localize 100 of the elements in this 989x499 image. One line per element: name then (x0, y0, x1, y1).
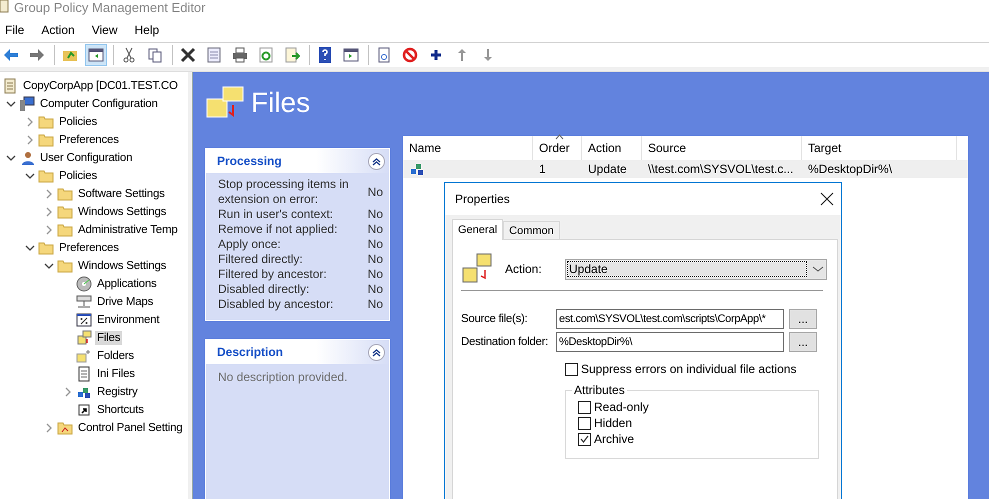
input-field[interactable]: %DesktopDir%\ (556, 332, 784, 352)
help-icon (317, 47, 333, 63)
tree-item[interactable]: CopyCorpApp [DC01.TEST.CO (21, 79, 180, 93)
panel-title: Processing (217, 154, 282, 168)
delete-x-icon (180, 47, 196, 63)
tree-item[interactable]: User Configuration (38, 151, 134, 165)
property-label: Remove if not applied: (218, 222, 338, 237)
property-label: Run in user's context: (218, 207, 334, 222)
tree-item[interactable]: Environment (95, 313, 162, 327)
menu-item[interactable]: Help (134, 23, 168, 37)
tab[interactable]: General (452, 219, 504, 240)
checkbox[interactable] (578, 416, 591, 430)
folder-icon (38, 132, 54, 148)
scissors-icon (121, 47, 137, 63)
network-drive-icon (76, 294, 92, 310)
tree-item[interactable]: Applications (95, 277, 159, 291)
field-label: Destination folder: (461, 336, 549, 348)
table-row[interactable]: 1 Update \\test.com\SYSVOL\test.c... %DesktopDir%\ (403, 160, 968, 178)
pane-icon (88, 47, 104, 63)
tree-item[interactable]: Policies (57, 115, 100, 129)
tree-item[interactable]: Software Settings (76, 187, 167, 201)
property-value: No (368, 237, 383, 252)
property-value: No (368, 282, 383, 297)
user-icon (19, 150, 35, 166)
folder-icon (38, 168, 54, 184)
description-text: No description provided. (218, 369, 348, 386)
property-value: No (368, 267, 383, 282)
tree-item[interactable]: Folders (95, 349, 136, 363)
tree-item[interactable]: Control Panel Setting (76, 421, 184, 435)
plus-icon (428, 47, 444, 63)
table-cell: %DesktopDir%\ (808, 162, 892, 176)
tree-item[interactable]: Ini Files (95, 367, 137, 381)
tree-item[interactable]: Shortcuts (95, 403, 146, 417)
property-value: No (368, 252, 383, 267)
menu-item[interactable]: File (4, 23, 32, 37)
control-panel-icon (57, 420, 73, 436)
input-field[interactable]: est.com\SYSVOL\test.com\scripts\CorpApp\* (556, 309, 784, 329)
field-label: Action: (505, 262, 543, 276)
percent-window-icon (76, 312, 92, 328)
property-value: No (368, 297, 383, 312)
menu-item[interactable]: View (90, 23, 126, 37)
group-title: Attributes (573, 383, 626, 397)
folder-icon (57, 186, 73, 202)
tree-item[interactable]: Policies (57, 169, 100, 183)
field-label: Source file(s): (461, 313, 528, 325)
folder-icon (38, 114, 54, 130)
page-title: Files (251, 87, 310, 119)
copy-icon (147, 47, 163, 63)
tree-item[interactable]: Windows Settings (76, 259, 168, 273)
browse-button[interactable]: ... (789, 332, 817, 352)
property-label: Apply once: (218, 237, 282, 252)
checkbox[interactable] (565, 362, 578, 376)
panel-title: Description (217, 345, 284, 359)
checkbox-label: Suppress errors on individual file actions (581, 362, 796, 376)
console-window-icon (343, 47, 359, 63)
properties-icon (206, 47, 222, 63)
computer-icon (19, 96, 35, 112)
export-list-icon (284, 47, 300, 63)
forward-arrow-icon (29, 47, 45, 63)
menu-item[interactable]: Action (40, 23, 83, 37)
tree-item[interactable]: Windows Settings (76, 205, 168, 219)
action-dropdown[interactable]: Update (565, 258, 827, 280)
toolbar-button[interactable] (85, 44, 107, 66)
registry-blocks-icon (409, 161, 425, 177)
collapse-double-chevron-icon (372, 348, 381, 356)
tree-item[interactable]: Preferences (57, 241, 121, 255)
checkbox-label: Archive (594, 432, 634, 446)
folder-icon (57, 222, 73, 238)
tree-item[interactable]: Files (95, 331, 122, 345)
collapse-double-chevron-icon (372, 156, 381, 166)
tree-item[interactable]: Administrative Temp (76, 223, 180, 237)
folder-icon (57, 258, 73, 274)
back-arrow-icon (3, 47, 19, 63)
collapse-button[interactable] (368, 152, 385, 170)
tree-item[interactable]: Computer Configuration (38, 97, 160, 111)
files-copy-icon (76, 330, 92, 346)
checkbox-label: Read-only (594, 400, 649, 414)
sort-caret-icon (555, 134, 564, 140)
table-cell: \\test.com\SYSVOL\test.c... (648, 162, 794, 176)
dropdown-chevron-icon (812, 265, 824, 273)
property-label: Stop processing items in extension on error: (218, 177, 350, 207)
refresh-icon (258, 47, 274, 63)
tab[interactable]: Common (503, 221, 560, 239)
property-value: No (368, 207, 383, 222)
checkbox[interactable] (578, 400, 591, 414)
property-label: Disabled directly: (218, 282, 310, 297)
checkbox[interactable] (578, 432, 591, 446)
collapse-button[interactable] (368, 344, 385, 360)
property-value: No (368, 222, 383, 237)
browse-button[interactable]: ... (789, 309, 817, 329)
document-icon (376, 47, 392, 63)
tree-item[interactable]: Drive Maps (95, 295, 156, 309)
table-cell: Update (588, 162, 627, 176)
dialog-title: Properties (455, 192, 510, 206)
tree-item[interactable]: Registry (95, 385, 140, 399)
tree-item[interactable]: Preferences (57, 133, 121, 147)
close-button[interactable] (819, 191, 835, 207)
ini-file-icon (76, 366, 92, 382)
property-label: Filtered directly: (218, 252, 304, 267)
table-cell: 1 (539, 162, 546, 176)
